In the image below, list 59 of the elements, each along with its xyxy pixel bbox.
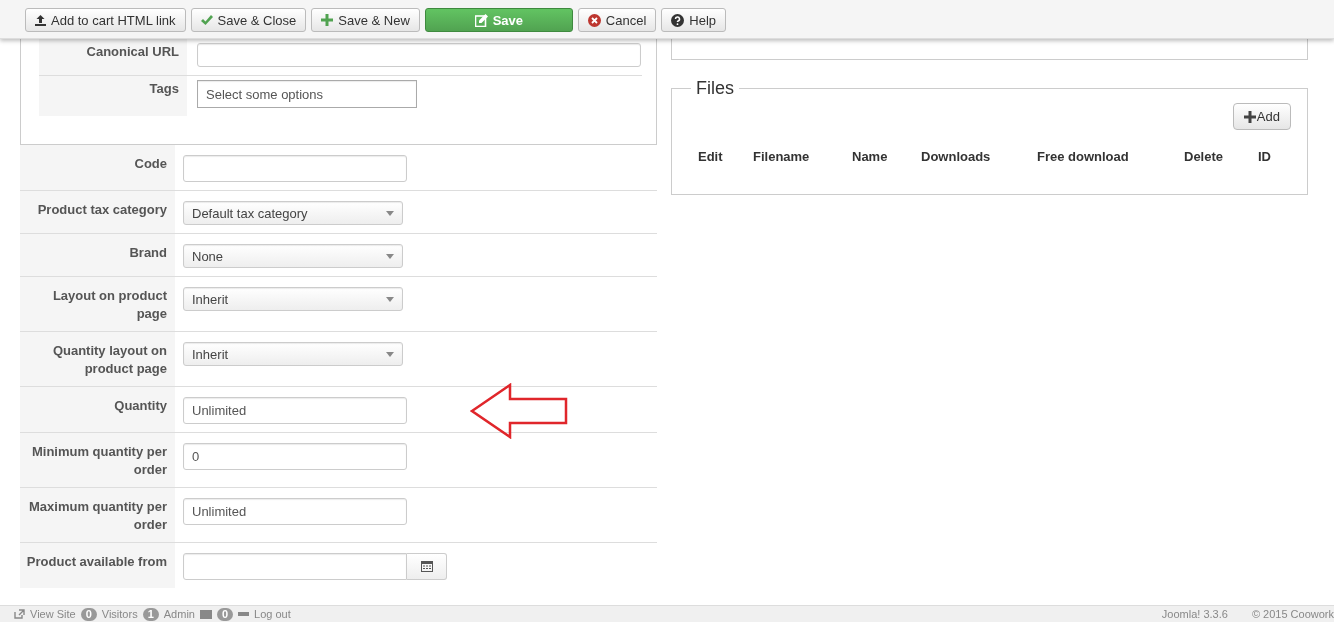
- text-field[interactable]: Unlimited: [183, 498, 407, 525]
- save-close-button[interactable]: Save & Close: [190, 8, 307, 32]
- status-label: Visitors: [101, 608, 138, 620]
- field-label: Code: [134, 156, 167, 171]
- section-title: Files: [695, 78, 735, 99]
- status-label: Admin: [163, 608, 195, 620]
- footer-text: © 2015 Coowork: [1251, 608, 1334, 620]
- edit-icon: [474, 13, 488, 27]
- text-field[interactable]: 0: [183, 443, 407, 470]
- caret-icon: [386, 253, 394, 259]
- count-badge: 1: [142, 607, 159, 621]
- text-field[interactable]: Unlimited: [183, 397, 407, 424]
- field-label: Layout on product page: [52, 288, 167, 321]
- cancel-button[interactable]: Cancel: [577, 8, 657, 32]
- help-icon: [671, 13, 685, 27]
- checkmark-icon: [200, 14, 213, 26]
- count-badge: 0: [216, 607, 234, 621]
- mail-icon: [199, 609, 212, 619]
- field-label: Tags: [149, 81, 179, 96]
- external-link-icon: [14, 609, 25, 619]
- help-button[interactable]: Help: [661, 8, 727, 32]
- field-label: Canonical URL: [86, 44, 179, 59]
- minus-icon: [238, 612, 250, 616]
- add-button[interactable]: Add: [1232, 103, 1291, 130]
- column-header: Name: [852, 149, 889, 164]
- field-label: Minimum quantity per order: [31, 444, 167, 477]
- caret-icon: [386, 351, 394, 357]
- cancel-icon: [587, 13, 601, 27]
- column-header: Delete: [1184, 149, 1225, 164]
- column-header: Free download: [1037, 149, 1130, 164]
- plus-icon: [321, 14, 334, 26]
- select-dropdown[interactable]: None: [183, 244, 403, 268]
- caret-icon: [386, 210, 394, 216]
- footer-text: Joomla! 3.3.6: [1161, 608, 1228, 620]
- field-label: Product available from: [26, 554, 167, 569]
- select-dropdown[interactable]: Inherit: [183, 287, 403, 311]
- save-new-button[interactable]: Save & New: [311, 8, 420, 32]
- count-badge: 0: [80, 607, 97, 621]
- add-link-button[interactable]: Add to cart HTML link: [25, 8, 186, 32]
- field-label: Product tax category: [37, 202, 167, 217]
- upload-icon: [35, 14, 46, 26]
- column-header: Edit: [698, 149, 724, 164]
- plus-icon: [1243, 110, 1256, 123]
- caret-icon: [386, 296, 394, 302]
- select-dropdown[interactable]: Default tax category: [183, 201, 403, 225]
- date-field[interactable]: [183, 553, 407, 580]
- text-field[interactable]: [197, 43, 641, 67]
- text-field[interactable]: [183, 155, 407, 182]
- field-label: Quantity: [114, 398, 167, 413]
- tags-field[interactable]: Select some options: [197, 80, 417, 108]
- calendar-button[interactable]: [407, 553, 447, 580]
- select-dropdown[interactable]: Inherit: [183, 342, 403, 366]
- calendar-icon: [420, 561, 433, 572]
- column-header: ID: [1258, 149, 1271, 164]
- field-label: Brand: [129, 245, 167, 260]
- column-header: Filename: [753, 149, 811, 164]
- field-label: Maximum quantity per order: [29, 499, 167, 532]
- field-label: Quantity layout on product page: [52, 343, 167, 376]
- column-header: Downloads: [921, 149, 992, 164]
